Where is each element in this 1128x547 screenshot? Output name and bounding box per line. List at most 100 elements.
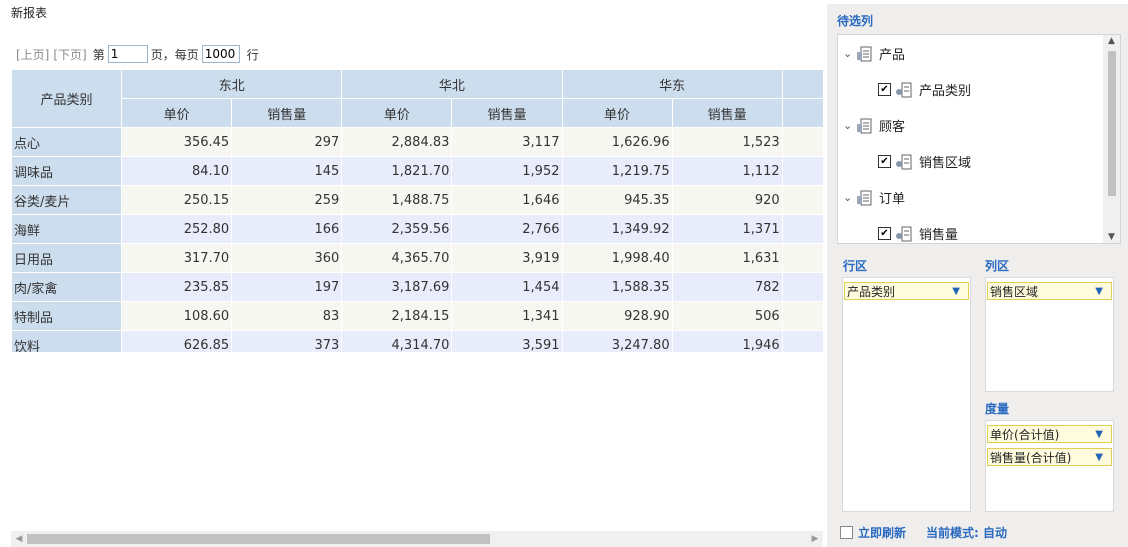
region-header: 华北 (341, 69, 563, 99)
table-row: 日用品317.703604,365.703,9191,998.401,6311 (11, 243, 823, 273)
table-cell: 1,112 (671, 156, 783, 186)
field-node-icon (896, 154, 912, 169)
table-cell: 373 (231, 330, 343, 352)
checkbox-checked-icon[interactable]: ✔ (878, 83, 891, 96)
table-cell: 259 (231, 185, 343, 215)
current-mode-label: 当前模式: 自动 (926, 526, 1007, 540)
table-cell: 3,919 (451, 243, 563, 273)
table-cell: 3,591 (451, 330, 563, 352)
tree-group-label: 产品 (879, 48, 906, 63)
col-zone-label: 列区 (985, 259, 1010, 273)
col-field-label: 销售区域 (990, 284, 1039, 299)
table-cell: 197 (231, 272, 343, 302)
tree-group-label: 订单 (879, 192, 906, 207)
measure-header: 销售量 (231, 98, 343, 128)
table-cell: 1 (781, 243, 823, 273)
next-page-link[interactable]: [下页] (53, 46, 86, 63)
table-cell: 1,341 (451, 301, 563, 331)
table-cell: 1,371 (671, 214, 783, 244)
table-cell: 4,365.70 (341, 243, 453, 273)
caret-down-icon[interactable]: ▼ (1095, 429, 1103, 440)
table-cell: 1 (781, 214, 823, 244)
measure-header: 销售量 (451, 98, 563, 128)
col-drop-zone[interactable]: 销售区域 ▼ (985, 277, 1114, 392)
caret-down-icon[interactable]: ▼ (952, 286, 960, 297)
measure-header: 单价 (781, 98, 823, 128)
row-header-cell: 日用品 (11, 243, 123, 273)
table-cell: 297 (231, 127, 343, 157)
refresh-checkbox[interactable] (840, 526, 853, 539)
table-cell: 782 (671, 272, 783, 302)
chevron-down-icon[interactable]: ⌄ (843, 191, 855, 204)
table-cell: 145 (231, 156, 343, 186)
region-header: 华东 (561, 69, 783, 99)
row-header-cell: 肉/家禽 (11, 272, 123, 302)
prev-page-link[interactable]: [上页] (16, 46, 49, 63)
tree-field-product-category[interactable]: ✔ 产品类别 (878, 80, 971, 99)
measure-zone-label: 度量 (985, 402, 1010, 416)
tree-group-customer[interactable]: ⌄ 顾客 (843, 116, 905, 135)
table-cell: 1,631 (671, 243, 783, 273)
scroll-left-icon[interactable]: ◀ (11, 531, 27, 547)
field-node-icon (896, 226, 912, 241)
table-cell: 2,359.56 (341, 214, 453, 244)
report-table-viewport: 产品类别 东北 华北 华东 华南 单价 销售量 单价 销售量 单价 销售量 单价… (11, 69, 823, 352)
table-cell: 360 (231, 243, 343, 273)
table-cell: 4,314.70 (341, 330, 453, 352)
tree-field-sales-qty[interactable]: ✔ 销售量 (878, 224, 958, 243)
table-cell: 1,626.96 (561, 127, 673, 157)
chevron-down-icon[interactable]: ⌄ (843, 119, 855, 132)
table-cell: 2 (781, 330, 823, 352)
table-cell: 920 (671, 185, 783, 215)
dimension-node-icon (857, 190, 872, 205)
table-cell: 2,766 (451, 214, 563, 244)
col-field-chip[interactable]: 销售区域 ▼ (987, 282, 1112, 300)
page-number-input[interactable] (107, 45, 148, 63)
table-cell: 1,646 (451, 185, 563, 215)
table-cell: 3,117 (451, 127, 563, 157)
tree-group-product[interactable]: ⌄ 产品 (843, 44, 905, 63)
tree-field-label: 产品类别 (919, 84, 972, 99)
table-cell: 1 (781, 272, 823, 302)
tree-field-label: 销售区域 (919, 156, 972, 171)
horizontal-scrollbar[interactable]: ◀ ▶ (11, 531, 823, 547)
report-table: 产品类别 东北 华北 华东 华南 单价 销售量 单价 销售量 单价 销售量 单价… (11, 69, 823, 352)
measure-field-chip[interactable]: 销售量(合计值) ▼ (987, 448, 1112, 466)
dimension-node-icon (857, 118, 872, 133)
measure-header: 单价 (121, 98, 233, 128)
table-cell: 108.60 (121, 301, 233, 331)
row-drop-zone[interactable]: 产品类别 ▼ (842, 277, 971, 512)
vertical-scroll-thumb[interactable] (1108, 51, 1116, 196)
scroll-down-icon[interactable]: ▼ (1103, 232, 1120, 242)
table-cell: 945.35 (561, 185, 673, 215)
table-cell (781, 301, 823, 331)
per-page-input[interactable] (201, 45, 240, 63)
scroll-up-icon[interactable]: ▲ (1103, 36, 1120, 46)
caret-down-icon[interactable]: ▼ (1095, 286, 1103, 297)
chevron-down-icon[interactable]: ⌄ (843, 47, 855, 60)
caret-down-icon[interactable]: ▼ (1095, 452, 1103, 463)
table-cell: 506 (671, 301, 783, 331)
field-panel: 待选列 ⌄ 产品 ✔ 产品类别 ⌄ 顾客 ✔ 销售区域 ⌄ 订单 ✔ 销售量 ▲… (827, 4, 1128, 547)
table-row: 肉/家禽235.851973,187.691,4541,588.357821 (11, 272, 823, 302)
table-cell: 2,884.83 (341, 127, 453, 157)
horizontal-scroll-thumb[interactable] (27, 534, 490, 544)
tree-group-label: 顾客 (879, 120, 906, 135)
table-cell: 1 (781, 127, 823, 157)
scroll-right-icon[interactable]: ▶ (807, 531, 823, 547)
measure-field-chip[interactable]: 单价(合计值) ▼ (987, 425, 1112, 443)
table-cell: 1,349.92 (561, 214, 673, 244)
row-field-chip[interactable]: 产品类别 ▼ (844, 282, 969, 300)
tree-field-sales-region[interactable]: ✔ 销售区域 (878, 152, 971, 171)
tree-group-order[interactable]: ⌄ 订单 (843, 188, 905, 207)
table-cell: 1,219.75 (561, 156, 673, 186)
checkbox-checked-icon[interactable]: ✔ (878, 155, 891, 168)
measure-drop-zone[interactable]: 单价(合计值) ▼ 销售量(合计值) ▼ (985, 420, 1114, 512)
table-cell: 928.90 (561, 301, 673, 331)
row-header-cell: 海鲜 (11, 214, 123, 244)
refresh-now-label[interactable]: 立即刷新 (858, 524, 906, 541)
table-cell: 1,488.75 (341, 185, 453, 215)
table-cell: 626.85 (121, 330, 233, 352)
vertical-scrollbar[interactable]: ▲ ▼ (1103, 35, 1120, 243)
checkbox-checked-icon[interactable]: ✔ (878, 227, 891, 240)
